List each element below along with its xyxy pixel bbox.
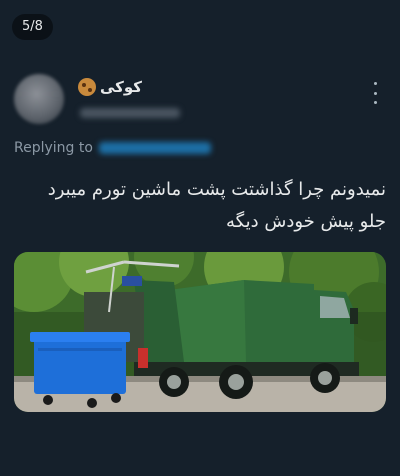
- tweet-header: کوکی: [12, 70, 388, 132]
- author-handle-blurred[interactable]: [80, 108, 180, 118]
- replying-to: Replying to: [14, 140, 211, 156]
- garbage-truck-photo: [14, 252, 386, 412]
- avatar[interactable]: [14, 74, 64, 124]
- more-options-icon[interactable]: [368, 82, 382, 104]
- author-name-row[interactable]: کوکی: [78, 78, 142, 96]
- cookie-icon: [78, 78, 96, 96]
- replying-to-mention-blurred[interactable]: [98, 142, 211, 154]
- replying-to-label: Replying to: [14, 140, 93, 156]
- tweet-text: نمیدونم چرا گذاشتت پشت ماشین تورم میبرد …: [14, 174, 386, 238]
- tweet-text-line: نمیدونم چرا گذاشتت پشت ماشین تورم میبرد: [47, 179, 386, 200]
- tweet-text-line: جلو پیش خودش دیگه: [226, 211, 386, 232]
- tweet-media-image[interactable]: [14, 252, 386, 412]
- media-counter: 5/8: [12, 14, 53, 40]
- display-name: کوکی: [100, 78, 143, 96]
